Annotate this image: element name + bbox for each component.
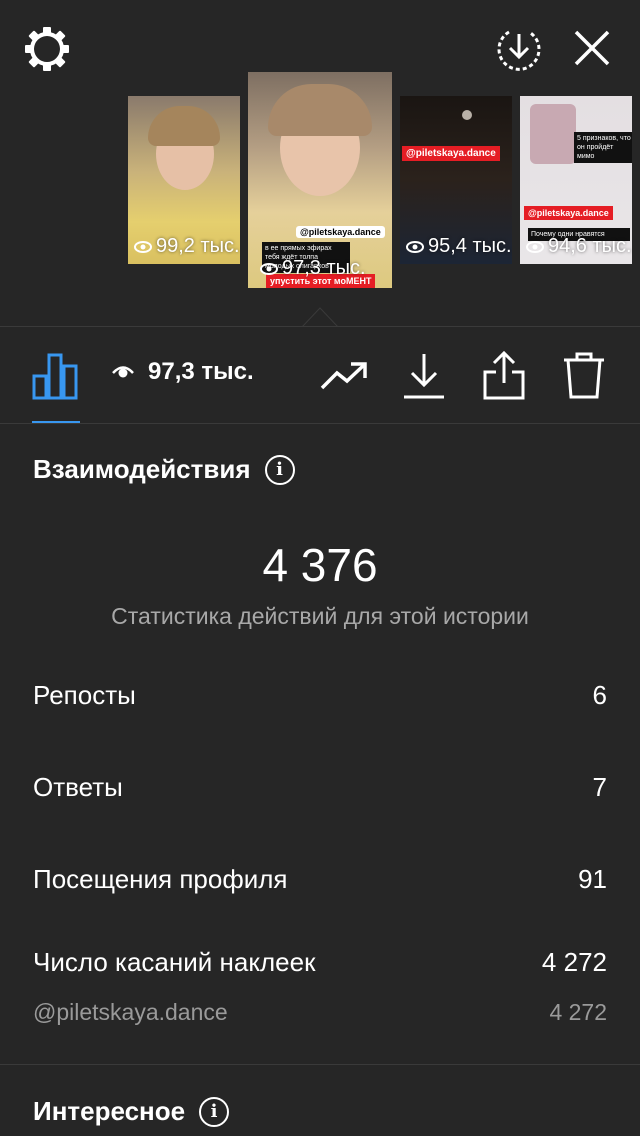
stat-label: Число касаний наклеек — [33, 947, 316, 977]
stat-label: Посещения профиля — [33, 864, 288, 894]
stat-label: @piletskaya.dance — [33, 999, 228, 1025]
story-thumbnail[interactable]: @piletskaya.dance 95,4 тыс. — [400, 96, 512, 264]
download-icon[interactable] — [402, 352, 446, 400]
views-count: 95,4 тыс. — [406, 235, 512, 258]
stat-row-reposts: Репосты 6 — [33, 680, 607, 711]
stat-row-sticker-mention: @piletskaya.dance 4 272 — [33, 999, 607, 1026]
mention-sticker: @piletskaya.dance — [402, 146, 500, 161]
views-value: 97,3 тыс. — [148, 358, 254, 385]
divider — [0, 423, 640, 424]
mention-sticker: @piletskaya.dance — [296, 226, 385, 238]
selection-pointer — [302, 307, 338, 327]
stat-value: 7 — [592, 772, 607, 802]
download-circle-icon[interactable] — [495, 24, 543, 72]
stat-row-profile-visits: Посещения профиля 91 — [33, 864, 607, 895]
story-thumbnails: 99,2 тыс. @piletskaya.dance в ее прямых … — [0, 70, 640, 290]
story-caption: 5 признаков, что он пройдёт мимо — [574, 132, 632, 163]
interactions-subtitle: Статистика действий для этой истории — [111, 603, 529, 629]
stat-value: 6 — [592, 680, 607, 710]
views-readout: 97,3 тыс. — [112, 358, 254, 386]
info-icon[interactable]: i — [199, 1096, 230, 1127]
story-thumbnail[interactable]: 5 признаков, что он пройдёт мимо @pilets… — [520, 96, 632, 264]
story-thumbnail[interactable]: 99,2 тыс. — [128, 96, 240, 264]
eye-icon — [260, 262, 278, 275]
stat-value: 4 272 — [541, 947, 607, 977]
stat-label: Ответы — [33, 772, 123, 802]
eye-icon — [526, 240, 544, 253]
section-title-label: Интересное — [33, 1096, 186, 1126]
trending-up-icon[interactable] — [320, 360, 368, 392]
discovery-section-title: Интересное i — [33, 1096, 230, 1127]
interactions-section-title: Взаимодействия i — [33, 454, 295, 485]
views-count-label: 97,3 тыс. — [282, 257, 366, 279]
views-count: 97,3 тыс. — [260, 257, 366, 280]
share-icon[interactable] — [482, 350, 526, 400]
stat-label: Репосты — [33, 680, 136, 710]
trash-icon[interactable] — [562, 350, 606, 400]
eye-icon — [406, 240, 424, 253]
divider — [0, 1064, 640, 1065]
hair-illustration — [148, 106, 220, 146]
views-count-label: 95,4 тыс. — [428, 235, 512, 257]
stat-row-sticker-taps: Число касаний наклеек 4 272 — [33, 947, 607, 978]
stat-row-replies: Ответы 7 — [33, 772, 607, 803]
section-title-label: Взаимодействия — [33, 454, 251, 484]
hair-illustration — [268, 84, 372, 136]
views-count-label: 99,2 тыс. — [156, 235, 240, 257]
bar-chart-icon[interactable] — [32, 352, 78, 400]
views-count: 94,6 тыс. — [526, 235, 632, 258]
close-icon[interactable] — [572, 28, 612, 68]
interactions-total: 4 376 — [262, 539, 378, 591]
stat-value: 4 272 — [549, 999, 607, 1025]
story-viewer-header: 99,2 тыс. @piletskaya.dance в ее прямых … — [0, 0, 640, 327]
stat-value: 91 — [578, 864, 607, 894]
story-thumbnail-selected[interactable]: @piletskaya.dance в ее прямых эфирах теб… — [248, 72, 392, 288]
piercing-illustration — [462, 110, 472, 120]
info-icon[interactable]: i — [264, 454, 295, 485]
views-count-label: 94,6 тыс. — [548, 235, 632, 257]
eye-icon — [112, 366, 134, 378]
gear-icon[interactable] — [22, 24, 72, 74]
mention-sticker: @piletskaya.dance — [524, 206, 613, 220]
views-count: 99,2 тыс. — [134, 235, 240, 258]
eye-icon — [134, 240, 152, 253]
photo-illustration — [530, 104, 576, 164]
